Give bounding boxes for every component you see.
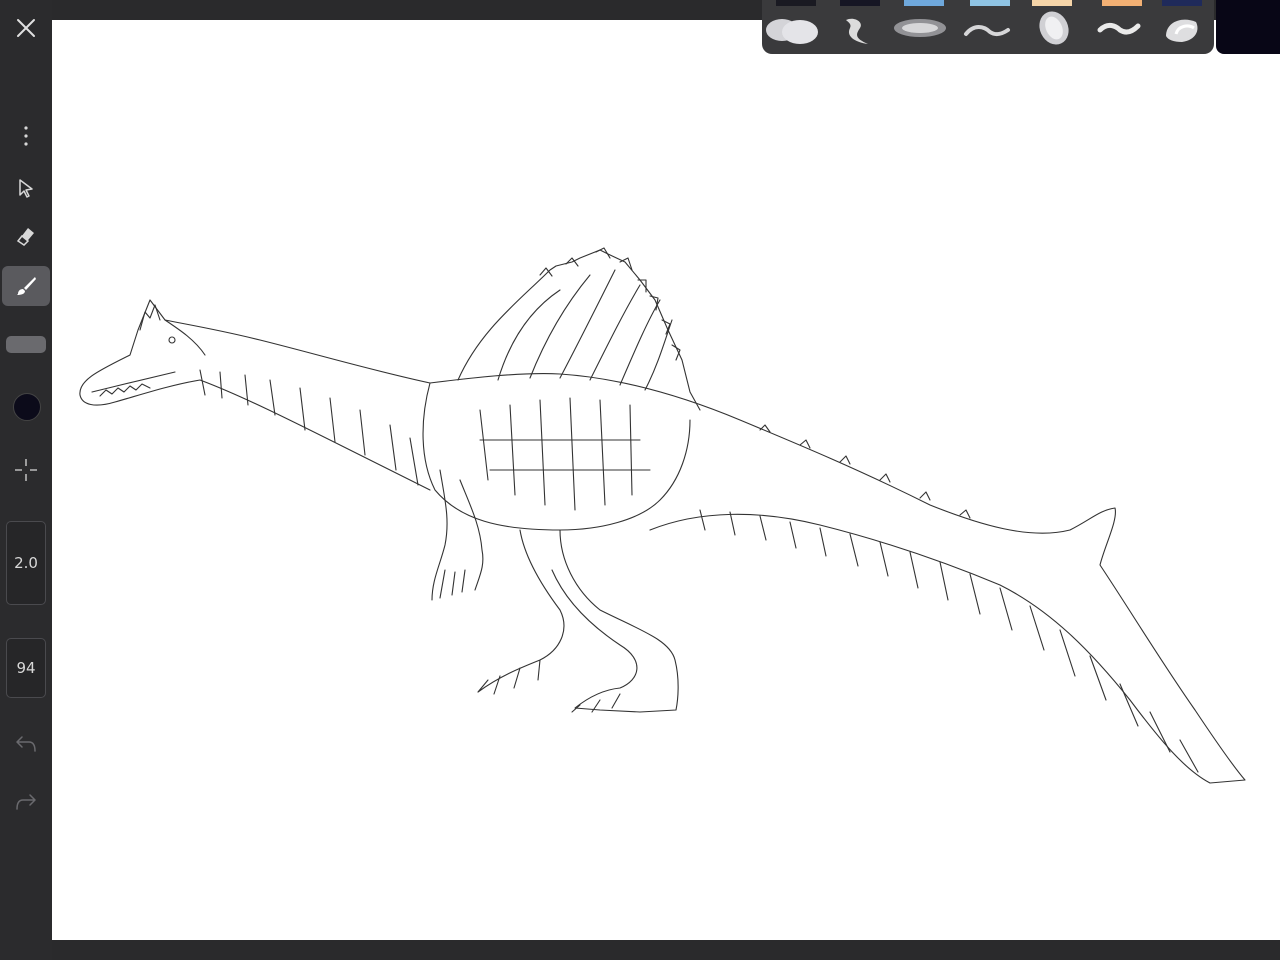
active-color-preview[interactable] xyxy=(1216,0,1280,54)
airbrush-icon[interactable] xyxy=(1024,8,1086,48)
wave-brush-icon[interactable] xyxy=(1088,8,1150,48)
color-swatch-7[interactable] xyxy=(1162,0,1202,6)
color-swatch-4[interactable] xyxy=(970,0,1010,6)
close-button[interactable] xyxy=(2,8,50,48)
drawing-canvas[interactable] xyxy=(52,20,1280,940)
arm-outline xyxy=(431,469,484,601)
redo-icon xyxy=(16,794,36,810)
body-outline xyxy=(422,382,691,531)
eraser-tool-button[interactable] xyxy=(2,218,50,254)
smudge-brush-icon[interactable] xyxy=(828,8,890,48)
brush-icon xyxy=(17,277,36,295)
opacity-slider[interactable] xyxy=(6,336,46,353)
undo-button[interactable] xyxy=(2,726,50,762)
brush-tool-button[interactable] xyxy=(2,266,50,306)
eraser-icon xyxy=(16,228,34,246)
brush-size-value: 2.0 xyxy=(14,554,38,572)
soft-blend-brush-icon[interactable] xyxy=(1152,8,1214,48)
more-button[interactable] xyxy=(2,118,50,154)
close-icon xyxy=(17,19,35,37)
brush-palette xyxy=(762,0,1214,54)
redo-button[interactable] xyxy=(2,784,50,820)
sail-outline xyxy=(457,249,701,411)
opacity-value: 94 xyxy=(16,659,36,677)
color-swatch-1[interactable] xyxy=(776,0,816,6)
bottom-bar xyxy=(52,940,1280,960)
current-color-swatch[interactable] xyxy=(13,393,41,421)
opacity-control[interactable]: 94 xyxy=(6,638,46,698)
transform-button[interactable] xyxy=(2,452,50,488)
ink-brush-icon[interactable] xyxy=(956,8,1018,48)
more-vertical-icon xyxy=(24,126,28,146)
left-toolbar: 2.0 94 xyxy=(0,0,52,960)
cursor-arrow-icon xyxy=(19,179,33,198)
color-swatch-2[interactable] xyxy=(840,0,880,6)
color-swatch-5[interactable] xyxy=(1032,0,1072,6)
select-tool-button[interactable] xyxy=(2,170,50,206)
undo-icon xyxy=(16,736,36,752)
crosshair-icon xyxy=(15,459,37,481)
brush-size-control[interactable]: 2.0 xyxy=(6,521,46,605)
color-swatch-6[interactable] xyxy=(1102,0,1142,6)
spray-brush-icon[interactable] xyxy=(890,8,952,48)
color-swatch-3[interactable] xyxy=(904,0,944,6)
rear-leg-outline xyxy=(551,529,679,713)
cloud-brush-icon[interactable] xyxy=(762,8,824,48)
spinosaurus-sketch xyxy=(79,247,1246,784)
